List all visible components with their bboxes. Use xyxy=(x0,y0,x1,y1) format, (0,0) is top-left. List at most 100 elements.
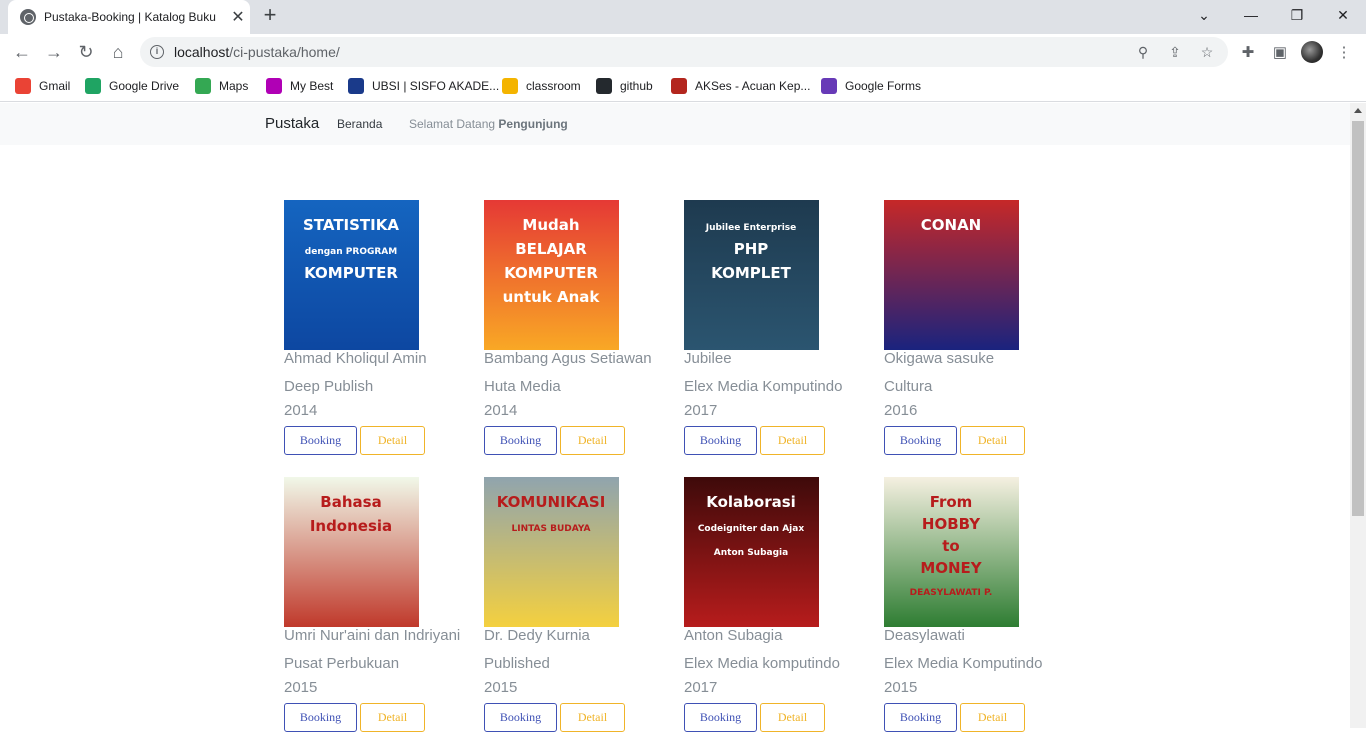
bookmark-item[interactable]: AKSes - Acuan Kep... xyxy=(671,76,810,96)
new-tab-button[interactable]: + xyxy=(258,4,282,28)
book-author: Jubilee xyxy=(684,350,732,367)
menu-icon[interactable]: ⋮ xyxy=(1334,43,1354,63)
cover-title-text: KOMPUTER xyxy=(504,264,598,282)
cover-title-text: untuk Anak xyxy=(503,288,601,306)
book-year: 2017 xyxy=(684,402,718,419)
bookmark-label: github xyxy=(620,79,653,93)
book-publisher: Pusat Perbukuan xyxy=(284,655,400,672)
detail-button[interactable]: Detail xyxy=(560,426,625,455)
close-window-button[interactable]: ✕ xyxy=(1320,0,1366,30)
forward-button[interactable]: → xyxy=(42,40,66,64)
scrollbar-thumb[interactable] xyxy=(1352,121,1364,516)
cover-title-text: Indonesia xyxy=(310,517,392,535)
nav-home-link[interactable]: Beranda xyxy=(337,117,382,131)
tab-strip: Pustaka-Booking | Katalog Buku ✕ + ⌄ — ❐… xyxy=(0,0,1366,34)
cover-title-text: PHP xyxy=(734,240,769,258)
bookmark-icon xyxy=(266,78,282,94)
book-author: Anton Subagia xyxy=(684,627,783,644)
book-cover[interactable]: From HOBBY to MONEY DEASYLAWATI P. xyxy=(884,477,1019,627)
cover-title-text: KOMUNIKASI xyxy=(497,493,606,511)
site-info-icon[interactable]: i xyxy=(150,45,164,59)
book-publisher: Cultura xyxy=(884,378,933,395)
cover-title-text: Kolaborasi xyxy=(706,493,796,511)
book-publisher: Elex Media komputindo xyxy=(684,655,840,672)
brand-link[interactable]: Pustaka xyxy=(265,115,319,132)
share-icon[interactable]: ⇪ xyxy=(1166,43,1184,61)
bookmark-label: My Best xyxy=(290,79,334,93)
book-year: 2015 xyxy=(284,679,318,696)
extensions-icon[interactable]: ✚ xyxy=(1238,43,1258,63)
tab-active[interactable]: Pustaka-Booking | Katalog Buku ✕ xyxy=(8,0,250,34)
home-button[interactable]: ⌂ xyxy=(106,40,130,64)
book-cover[interactable]: Bahasa Indonesia xyxy=(284,477,419,627)
chevron-down-icon[interactable]: ⌄ xyxy=(1181,0,1227,30)
welcome-text: Selamat Datang Pengunjung xyxy=(409,117,568,131)
book-author: Deasylawati xyxy=(884,627,965,644)
scroll-up-icon[interactable] xyxy=(1354,108,1362,113)
book-cover[interactable]: CONAN xyxy=(884,200,1019,350)
avatar[interactable] xyxy=(1301,41,1323,63)
reload-button[interactable]: ↻ xyxy=(74,40,98,64)
bookmark-item[interactable]: UBSI | SISFO AKADE... xyxy=(348,76,499,96)
cover-title-text: LINTAS BUDAYA xyxy=(511,524,590,534)
bookmarks-bar: Gmail Google Drive Maps My Best UBSI | SISFO… xyxy=(0,70,1366,102)
cover-title-text: dengan PROGRAM xyxy=(305,247,397,257)
booking-button[interactable]: Booking xyxy=(484,426,557,455)
cover-title-text: Anton Subagia xyxy=(714,548,788,558)
minimize-button[interactable]: — xyxy=(1228,0,1274,30)
book-cover[interactable]: Kolaborasi Codeigniter dan Ajax Anton Suba… xyxy=(684,477,819,627)
bookmark-item[interactable]: Gmail xyxy=(15,76,70,96)
detail-button[interactable]: Detail xyxy=(960,426,1025,455)
book-cover[interactable]: STATISTIKA dengan PROGRAM KOMPUTER xyxy=(284,200,419,350)
tab-close-icon[interactable]: ✕ xyxy=(226,7,250,27)
side-panel-icon[interactable]: ▣ xyxy=(1270,43,1290,63)
page-scrollbar[interactable] xyxy=(1350,103,1366,728)
cover-title-text: MONEY xyxy=(920,559,982,577)
bookmark-icon xyxy=(85,78,101,94)
detail-button[interactable]: Detail xyxy=(360,426,425,455)
bookmark-item[interactable]: github xyxy=(596,76,653,96)
book-publisher: Deep Publish xyxy=(284,378,374,395)
detail-button[interactable]: Detail xyxy=(760,426,825,455)
bookmark-item[interactable]: Google Forms xyxy=(821,76,921,96)
booking-button[interactable]: Booking xyxy=(684,426,757,455)
book-author: Dr. Dedy Kurnia xyxy=(484,627,590,644)
cover-title-text: From xyxy=(930,493,973,511)
booking-button[interactable]: Booking xyxy=(884,426,957,455)
cover-title-text: STATISTIKA xyxy=(303,216,399,234)
book-publisher: Published xyxy=(484,655,550,672)
book-year: 2016 xyxy=(884,402,918,419)
bookmark-item[interactable]: Google Drive xyxy=(85,76,179,96)
star-icon[interactable]: ☆ xyxy=(1198,43,1216,61)
book-author: Bambang Agus Setiawan xyxy=(484,350,652,367)
cover-title-text: BELAJAR xyxy=(515,240,587,258)
bookmark-label: AKSes - Acuan Kep... xyxy=(695,79,811,93)
book-year: 2015 xyxy=(884,679,918,696)
back-button[interactable]: ← xyxy=(10,40,34,64)
bookmark-icon xyxy=(502,78,518,94)
bookmark-label: Google Drive xyxy=(109,79,180,93)
book-cover[interactable]: Jubilee Enterprise PHP KOMPLET xyxy=(684,200,819,350)
cover-title-text: DEASYLAWATI P. xyxy=(910,588,993,598)
cover-title-text: Mudah xyxy=(522,216,579,234)
cover-title-text: Bahasa xyxy=(320,493,381,511)
cover-title-text: HOBBY xyxy=(922,515,981,533)
url-text[interactable]: localhost/ci-pustaka/home/ xyxy=(174,44,340,60)
bookmark-item[interactable]: classroom xyxy=(502,76,581,96)
bookmark-icon xyxy=(596,78,612,94)
cover-title-text: CONAN xyxy=(921,216,981,234)
bookmark-item[interactable]: My Best xyxy=(266,76,333,96)
zoom-icon[interactable]: ⚲ xyxy=(1134,43,1152,61)
book-cover[interactable]: Mudah BELAJAR KOMPUTER untuk Anak xyxy=(484,200,619,350)
bookmark-label: Gmail xyxy=(39,79,71,93)
book-year: 2015 xyxy=(484,679,518,696)
address-bar[interactable]: i localhost/ci-pustaka/home/ ⚲ ⇪ ☆ xyxy=(140,37,1228,67)
maximize-button[interactable]: ❐ xyxy=(1274,0,1320,30)
bookmark-label: UBSI | SISFO AKADE... xyxy=(372,79,500,93)
book-cover[interactable]: KOMUNIKASI LINTAS BUDAYA xyxy=(484,477,619,627)
booking-button[interactable]: Booking xyxy=(284,426,357,455)
bookmark-item[interactable]: Maps xyxy=(195,76,248,96)
bookmark-icon xyxy=(348,78,364,94)
cover-title-text: Jubilee Enterprise xyxy=(705,223,797,233)
bookmark-icon xyxy=(15,78,31,94)
